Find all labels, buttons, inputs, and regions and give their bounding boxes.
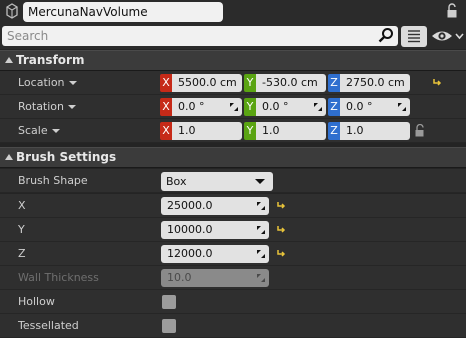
scale-label[interactable]: Scale bbox=[18, 124, 60, 137]
x-axis-marker: X bbox=[160, 122, 172, 140]
tessellated-checkbox[interactable] bbox=[162, 319, 176, 333]
chevron-down-icon bbox=[51, 129, 60, 133]
location-label[interactable]: Location bbox=[18, 76, 77, 89]
reset-arrow-icon[interactable] bbox=[276, 201, 286, 210]
brush-z-row: Z 12000.0 bbox=[0, 242, 466, 266]
location-z-field[interactable]: 2750.0 cm bbox=[340, 74, 410, 92]
visibility-filter-button[interactable] bbox=[431, 28, 465, 44]
wall-thickness-field: 10.0 bbox=[161, 269, 269, 287]
transform-category-header[interactable]: Transform bbox=[0, 50, 466, 71]
tessellated-label: Tessellated bbox=[18, 319, 79, 332]
scale-y-field[interactable]: 1.0 bbox=[256, 122, 326, 140]
x-axis-marker: X bbox=[160, 74, 172, 92]
y-axis-marker: Y bbox=[244, 74, 256, 92]
brush-shape-row: Brush Shape Box bbox=[0, 169, 466, 193]
brush-settings-title: Brush Settings bbox=[16, 150, 117, 164]
search-row: Search bbox=[0, 25, 466, 49]
brush-x-field[interactable]: 25000.0 bbox=[161, 197, 269, 215]
brush-shape-dropdown[interactable]: Box bbox=[161, 172, 273, 191]
scale-row: Scale X 1.0 Y 1.0 Z 1.0 bbox=[0, 119, 466, 143]
rotation-y-field[interactable]: 0.0 ° bbox=[256, 98, 326, 116]
location-x-field[interactable]: 5500.0 cm bbox=[172, 74, 242, 92]
view-options-button[interactable] bbox=[401, 26, 427, 47]
chevron-down-icon bbox=[68, 81, 77, 85]
spin-icon bbox=[257, 202, 265, 210]
y-axis-marker: Y bbox=[244, 122, 256, 140]
location-y-field[interactable]: -530.0 cm bbox=[256, 74, 326, 92]
search-icon bbox=[378, 28, 393, 43]
scale-x-field[interactable]: 1.0 bbox=[172, 122, 242, 140]
transform-title: Transform bbox=[16, 53, 85, 67]
chevron-down-icon bbox=[255, 179, 265, 184]
wall-thickness-row: Wall Thickness 10.0 bbox=[0, 266, 466, 290]
reset-arrow-icon[interactable] bbox=[276, 225, 286, 234]
rotation-row: Rotation X 0.0 ° Y 0.0 ° Z 0.0 ° bbox=[0, 95, 466, 119]
hollow-row: Hollow bbox=[0, 290, 466, 314]
spin-icon bbox=[230, 103, 238, 111]
x-axis-marker: X bbox=[160, 98, 172, 116]
y-axis-marker: Y bbox=[244, 98, 256, 116]
search-input[interactable]: Search bbox=[2, 26, 398, 46]
hollow-label: Hollow bbox=[18, 295, 55, 308]
spin-icon bbox=[257, 250, 265, 258]
brush-y-field[interactable]: 10000.0 bbox=[161, 221, 269, 239]
brush-y-label: Y bbox=[18, 223, 25, 236]
brush-settings-category-header[interactable]: Brush Settings bbox=[0, 147, 466, 168]
reset-arrow-icon[interactable] bbox=[432, 78, 442, 87]
hollow-checkbox[interactable] bbox=[162, 295, 176, 309]
lock-icon[interactable] bbox=[414, 124, 426, 138]
eye-icon bbox=[432, 31, 464, 41]
spin-icon bbox=[398, 103, 406, 111]
brush-x-label: X bbox=[18, 199, 26, 212]
location-row: Location X 5500.0 cm Y -530.0 cm Z 2750.… bbox=[0, 71, 466, 95]
z-axis-marker: Z bbox=[328, 74, 340, 92]
spin-icon bbox=[257, 226, 265, 234]
brush-shape-label: Brush Shape bbox=[18, 174, 88, 187]
collapse-icon bbox=[5, 57, 13, 63]
z-axis-marker: Z bbox=[328, 122, 340, 140]
chevron-down-icon bbox=[68, 105, 77, 109]
collapse-icon bbox=[5, 154, 13, 160]
tessellated-row: Tessellated bbox=[0, 314, 466, 338]
brush-z-field[interactable]: 12000.0 bbox=[161, 245, 269, 263]
view-options-icon bbox=[408, 30, 420, 43]
brush-y-row: Y 10000.0 bbox=[0, 218, 466, 242]
reset-arrow-icon[interactable] bbox=[276, 249, 286, 258]
scale-z-field[interactable]: 1.0 bbox=[340, 122, 410, 140]
lock-icon[interactable] bbox=[445, 3, 459, 19]
rotation-x-field[interactable]: 0.0 ° bbox=[172, 98, 242, 116]
wall-thickness-label: Wall Thickness bbox=[18, 271, 99, 284]
spin-icon bbox=[314, 103, 322, 111]
spin-icon bbox=[257, 274, 265, 282]
z-axis-marker: Z bbox=[328, 98, 340, 116]
rotation-z-field[interactable]: 0.0 ° bbox=[340, 98, 410, 116]
brush-x-row: X 25000.0 bbox=[0, 194, 466, 218]
rotation-label[interactable]: Rotation bbox=[18, 100, 77, 113]
details-header: MercunaNavVolume bbox=[0, 0, 466, 25]
actor-name-field[interactable]: MercunaNavVolume bbox=[23, 2, 223, 22]
brush-z-label: Z bbox=[18, 247, 26, 260]
actor-icon bbox=[6, 3, 18, 19]
